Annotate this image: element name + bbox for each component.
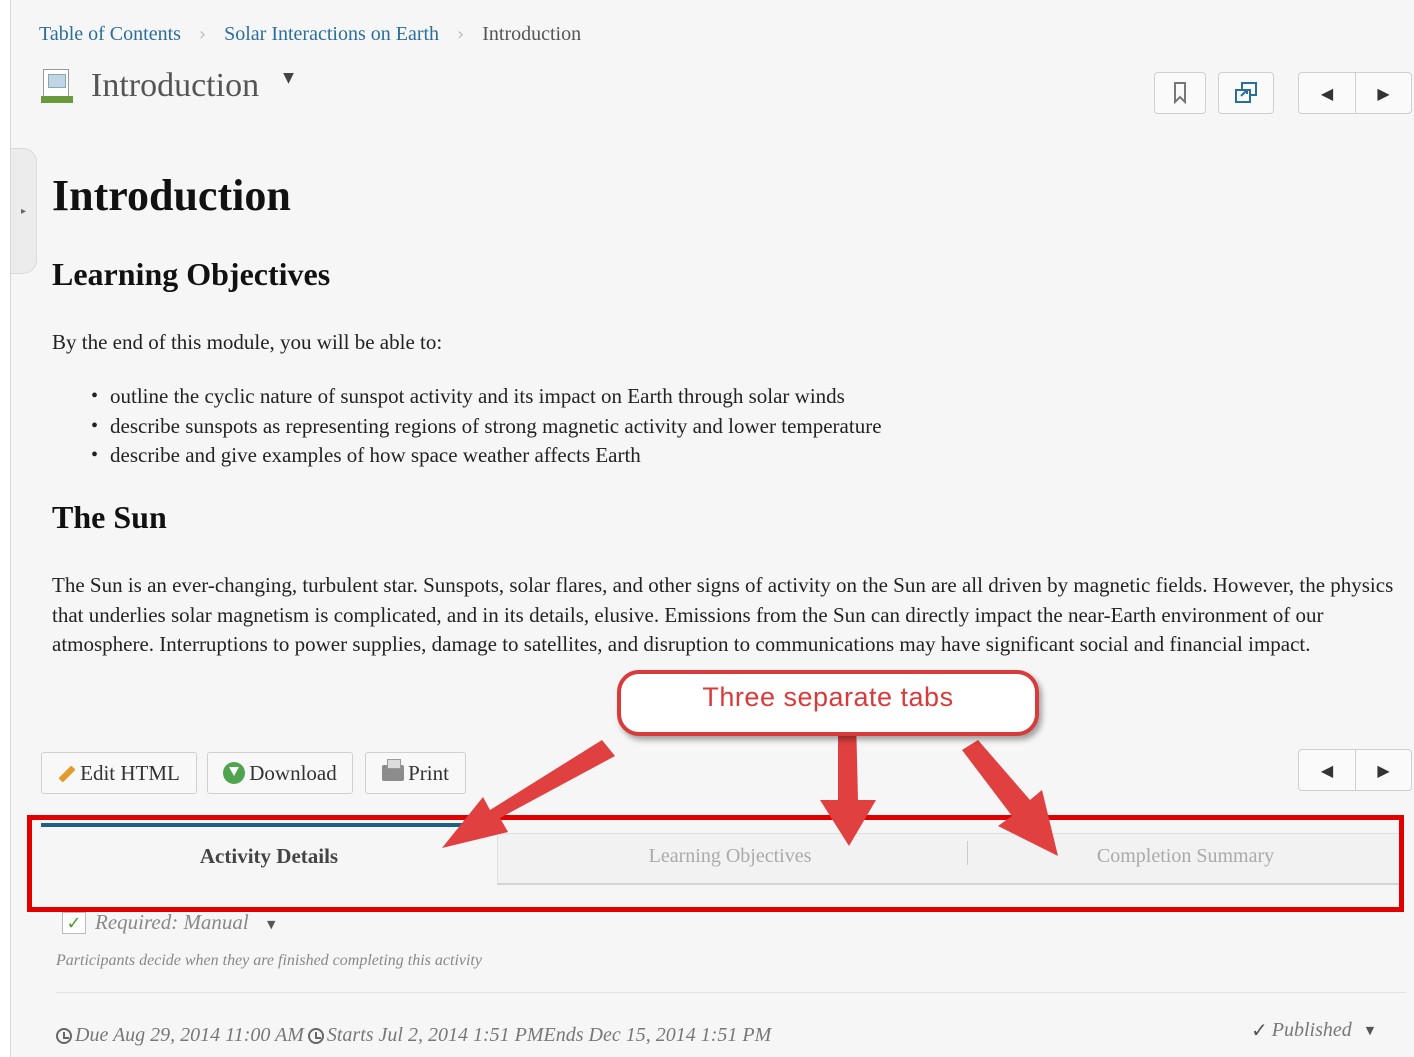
document-icon [41, 69, 73, 103]
download-button[interactable]: Download [207, 752, 353, 794]
print-label: Print [408, 760, 449, 785]
publish-status-label: Published [1271, 1018, 1352, 1041]
next-topic-button[interactable]: ▶ [1355, 750, 1411, 790]
list-item: describe and give examples of how space … [91, 441, 882, 471]
sun-paragraph: The Sun is an ever-changing, turbulent s… [52, 573, 1394, 656]
required-description: Participants decide when they are finish… [56, 952, 482, 969]
clock-icon [307, 1027, 324, 1044]
chevron-right-icon: › [457, 23, 465, 45]
sun-heading: The Sun [52, 499, 167, 535]
triangle-right-icon: ▶ [1377, 760, 1390, 780]
annotation-callout: Three separate tabs [617, 670, 1039, 736]
start-end-dates: Starts Jul 2, 2014 1:51 PMEnds Dec 15, 2… [326, 1024, 772, 1046]
triangle-left-icon: ◀ [1320, 760, 1334, 780]
clock-icon [56, 1027, 72, 1044]
topic-nav-top: ◀ ▶ [1298, 72, 1412, 114]
list-item: outline the cyclic nature of sunspot act… [91, 382, 882, 412]
bookmark-button[interactable] [1154, 72, 1206, 114]
print-button[interactable]: Print [365, 752, 466, 794]
chevron-right-icon: › [198, 23, 207, 45]
chevron-right-icon: ▸ [20, 205, 27, 217]
new-window-icon [1235, 82, 1257, 103]
pencil-icon [58, 765, 76, 783]
divider [56, 992, 1406, 993]
list-item: describe sunspots as representing region… [91, 412, 882, 442]
edit-html-button[interactable]: Edit HTML [41, 752, 197, 794]
checkmark-icon: ✓ [66, 912, 82, 934]
breadcrumb-current: Introduction [482, 22, 582, 45]
topic-nav-bottom: ◀ ▶ [1298, 749, 1412, 791]
triangle-left-icon: ◀ [1320, 83, 1334, 103]
sidebar-expand-tab[interactable]: ▸ [11, 148, 37, 274]
chevron-down-icon[interactable]: ▼ [267, 918, 275, 931]
topic-title-row: Introduction ▼ [41, 64, 294, 108]
intro-text: By the end of this module, you will be a… [52, 330, 443, 354]
publish-status[interactable]: ✓ Published ▼ [1251, 1018, 1374, 1042]
triangle-right-icon: ▶ [1377, 83, 1390, 103]
download-label: Download [249, 760, 337, 785]
due-date: Due Aug 29, 2014 11:00 AM [75, 1024, 304, 1046]
checkmark-icon: ✓ [1251, 1018, 1268, 1042]
breadcrumb-module[interactable]: Solar Interactions on Earth [224, 23, 439, 46]
breadcrumb-table-of-contents[interactable]: Table of Contents [39, 23, 181, 46]
learning-objectives-heading: Learning Objectives [52, 256, 331, 292]
previous-topic-button[interactable]: ◀ [1299, 73, 1355, 113]
required-status[interactable]: Required: Manual [95, 910, 249, 935]
content-heading: Introduction [52, 171, 291, 220]
topic-title: Introduction [91, 67, 260, 104]
open-new-window-button[interactable] [1218, 72, 1274, 114]
breadcrumb: Table of Contents › Solar Interactions o… [39, 20, 581, 48]
objectives-list: outline the cyclic nature of sunspot act… [91, 382, 882, 471]
edit-html-label: Edit HTML [80, 760, 180, 785]
activity-dates: Due Aug 29, 2014 11:00 AM Starts Jul 2, … [56, 1024, 771, 1047]
topic-menu-caret-icon[interactable]: ▼ [283, 70, 294, 86]
printer-icon [382, 759, 405, 781]
required-checkbox[interactable]: ✓ [62, 912, 86, 934]
chevron-down-icon: ▼ [1365, 1023, 1375, 1037]
download-icon [223, 762, 246, 784]
tabs-highlight-box [27, 815, 1404, 912]
previous-topic-button[interactable]: ◀ [1299, 750, 1355, 790]
next-topic-button[interactable]: ▶ [1355, 73, 1411, 113]
bookmark-icon [1174, 82, 1186, 104]
